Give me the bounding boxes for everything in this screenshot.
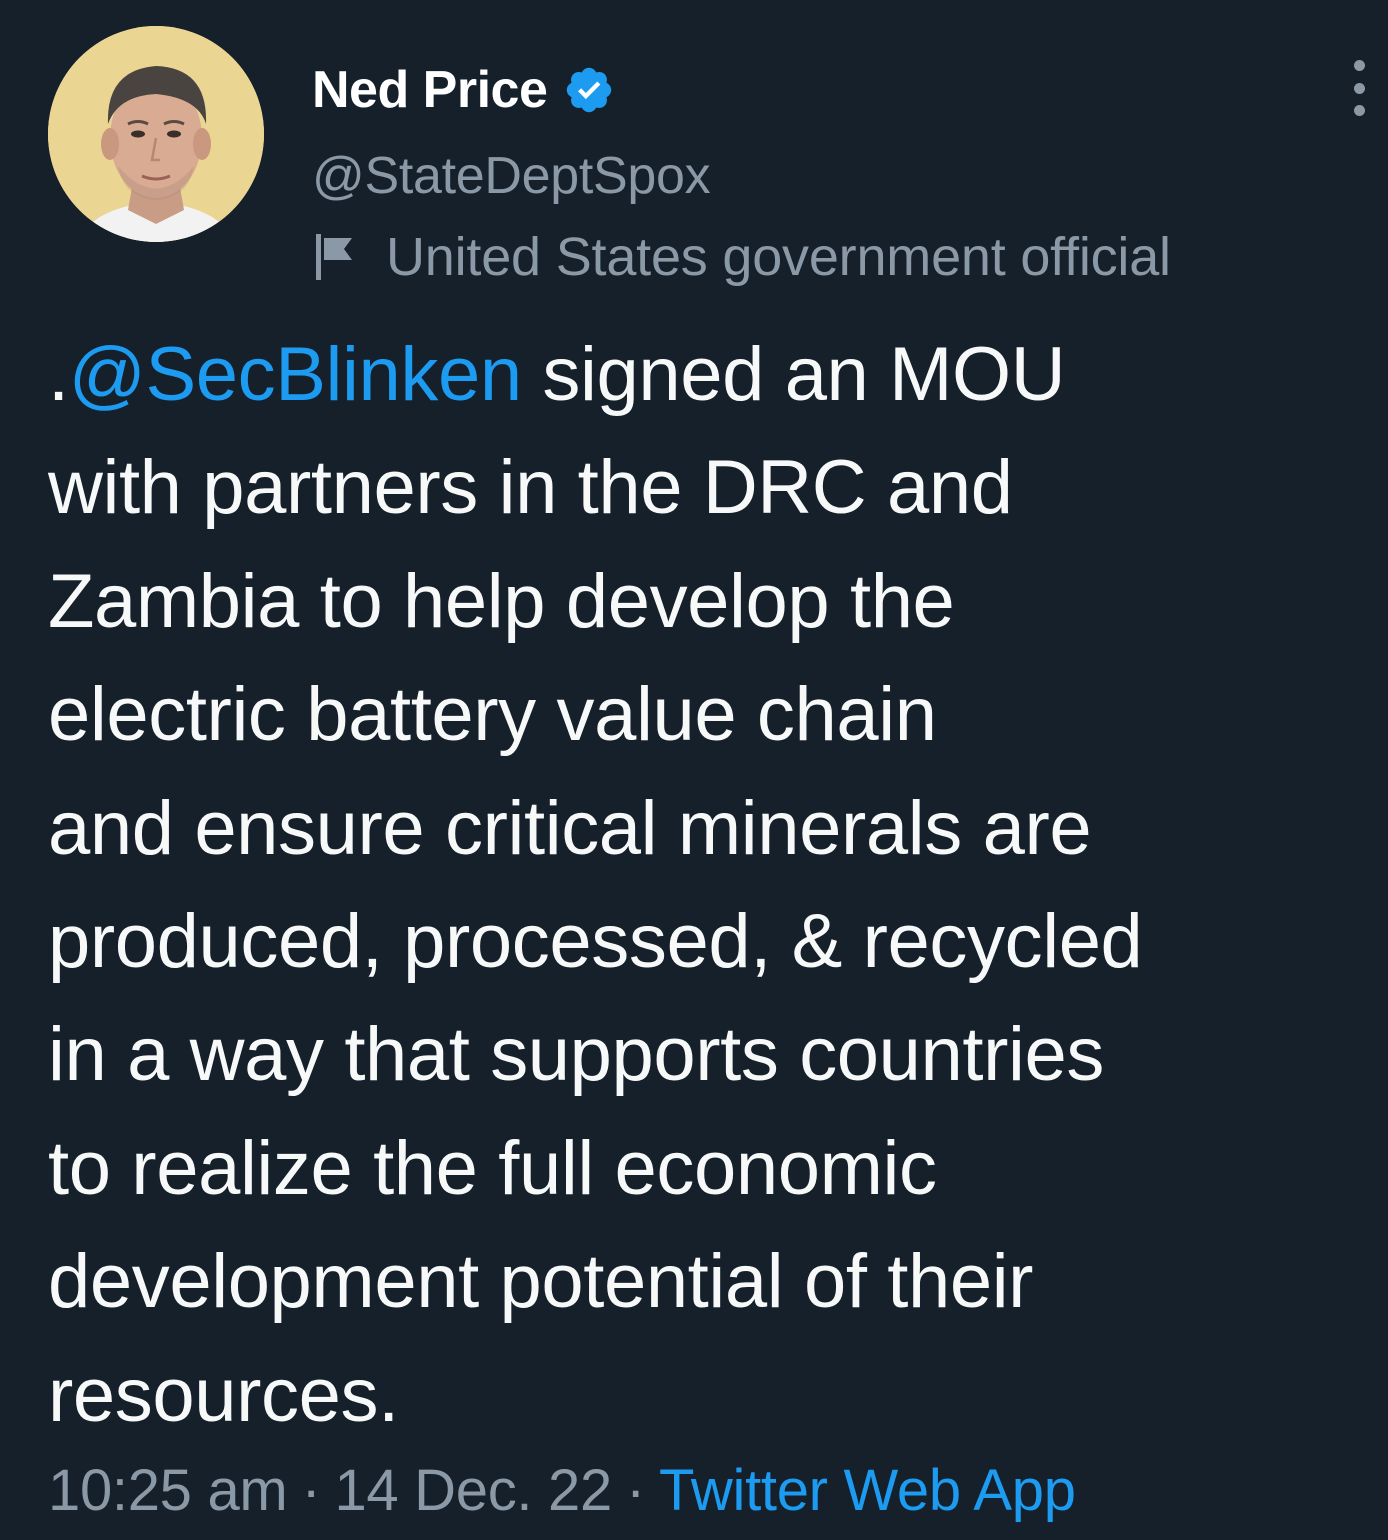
more-vertical-icon-dot: [1353, 105, 1365, 116]
meta-separator: ·: [625, 1457, 645, 1523]
tweet-time[interactable]: 10:25 am: [48, 1457, 288, 1524]
tweet-text-prefix: .: [48, 332, 69, 417]
tweet-text-line: with partners in the DRC and: [48, 445, 1013, 531]
verified-badge-icon: [563, 64, 615, 116]
tweet-meta: 10:25 am · 14 Dec. 22 · Twitter Web App: [48, 1452, 1076, 1528]
tweet-text-line: development potential of their: [48, 1239, 1034, 1325]
tweet-text-line: .@SecBlinken signed an MOU: [48, 318, 1368, 431]
tweet-text-line: produced, processed, & recycled: [48, 898, 1143, 984]
display-name[interactable]: Ned Price: [312, 60, 548, 120]
author-name-row[interactable]: Ned Price: [312, 58, 615, 122]
mention-link[interactable]: @SecBlinken: [69, 332, 522, 417]
tweet-text-segment: signed an MOU: [521, 332, 1066, 417]
author-handle[interactable]: @StateDeptSpox: [312, 146, 711, 206]
affiliation-label: United States government official: [312, 226, 1171, 288]
avatar[interactable]: [48, 26, 264, 242]
tweet-text-line: Zambia to help develop the: [48, 558, 955, 644]
more-options-button[interactable]: [1344, 60, 1374, 116]
avatar-photo: [48, 26, 264, 242]
tweet-text-line: electric battery value chain: [48, 672, 937, 758]
flag-icon: [312, 232, 358, 282]
tweet-date[interactable]: 14 Dec. 22: [334, 1457, 612, 1524]
tweet-source-link[interactable]: Twitter Web App: [659, 1457, 1076, 1524]
tweet-card: Ned Price @StateDeptSpox United States g…: [0, 0, 1388, 1540]
tweet-text-line: and ensure critical minerals are: [48, 785, 1092, 871]
tweet-text-line: to realize the full economic: [48, 1125, 937, 1211]
affiliation-text: United States government official: [386, 227, 1171, 287]
more-vertical-icon: [1353, 60, 1365, 71]
tweet-text-line: resources.: [48, 1352, 399, 1438]
more-vertical-icon-dot: [1353, 82, 1365, 94]
meta-separator: ·: [301, 1457, 321, 1523]
tweet-text-line: in a way that supports countries: [48, 1012, 1104, 1098]
tweet-text: .@SecBlinken signed an MOU with partners…: [48, 318, 1368, 1452]
